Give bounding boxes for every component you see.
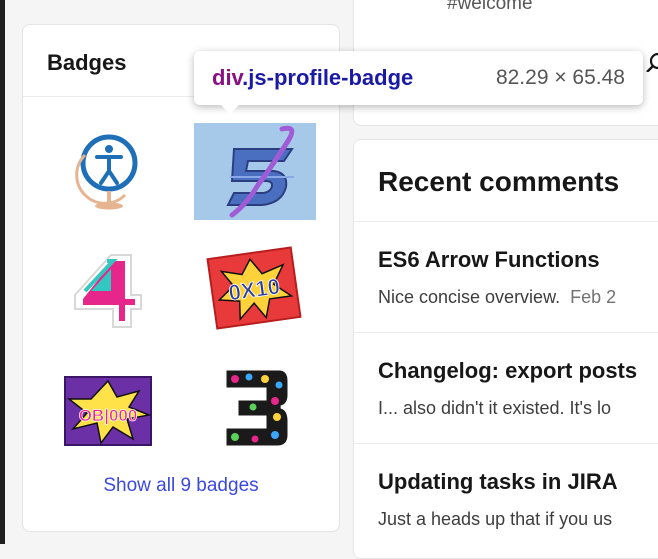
badge-four[interactable] <box>67 247 147 335</box>
comment-body: Just a heads up that if you us <box>378 509 658 530</box>
recent-comments-title: Recent comments <box>378 166 620 197</box>
comment-title[interactable]: ES6 Arrow Functions <box>378 247 658 273</box>
tooltip-tag: div <box>212 65 243 90</box>
recent-comments-card: Recent comments ES6 Arrow Functions Nice… <box>353 139 658 559</box>
badges-title: Badges <box>47 50 127 75</box>
inspector-tooltip: div.js-profile-badge 82.29 × 65.48 <box>194 51 643 114</box>
five-badge-icon <box>226 125 295 218</box>
scrollbar-edge <box>0 0 5 544</box>
globe-accessibility-icon <box>63 125 156 218</box>
badge-five[interactable] <box>212 123 302 220</box>
comment-body: I... also didn't it existed. It's lo <box>378 398 658 419</box>
comment-text: Just a heads up that if you us <box>378 509 613 529</box>
comment-title[interactable]: Changelog: export posts <box>378 358 658 384</box>
tooltip-class: .js-profile-badge <box>242 65 414 90</box>
show-all-badges-link[interactable]: Show all 9 badges <box>23 475 339 497</box>
comment-item[interactable]: Updating tasks in JIRA Just a heads up t… <box>378 469 658 530</box>
comment-title[interactable]: Updating tasks in JIRA <box>378 469 658 495</box>
badge-ob1000[interactable]: OB|000 <box>63 373 153 449</box>
comment-date: Feb 2 <box>570 287 617 307</box>
badge-three[interactable] <box>213 361 293 453</box>
three-badge-icon <box>223 367 291 449</box>
badge-0x10[interactable]: 0X10 <box>206 245 302 331</box>
four-badge-icon <box>74 254 142 328</box>
comment-item[interactable]: ES6 Arrow Functions Nice concise overvie… <box>378 247 658 308</box>
welcome-tag-link[interactable]: #welcome <box>447 0 533 15</box>
tooltip-selector: div.js-profile-badge <box>212 65 413 91</box>
0x10-badge-icon: 0X10 <box>206 246 302 330</box>
magnifier-icon[interactable] <box>646 52 658 72</box>
comment-body: Nice concise overview. Feb 2 <box>378 287 658 308</box>
divider <box>354 221 658 222</box>
tooltip-dimensions: 82.29 × 65.48 <box>495 66 625 89</box>
divider <box>354 443 658 444</box>
svg-text:OB|000: OB|000 <box>79 406 138 425</box>
badge-accessibility-globe[interactable] <box>63 125 156 218</box>
divider <box>354 332 658 333</box>
comment-text: I... also didn't it existed. It's lo <box>378 398 611 418</box>
comment-text: Nice concise overview. <box>378 287 561 307</box>
comment-item[interactable]: Changelog: export posts I... also didn't… <box>378 358 658 419</box>
tooltip-arrow <box>220 104 240 114</box>
ob1000-badge-icon: OB|000 <box>64 376 152 446</box>
